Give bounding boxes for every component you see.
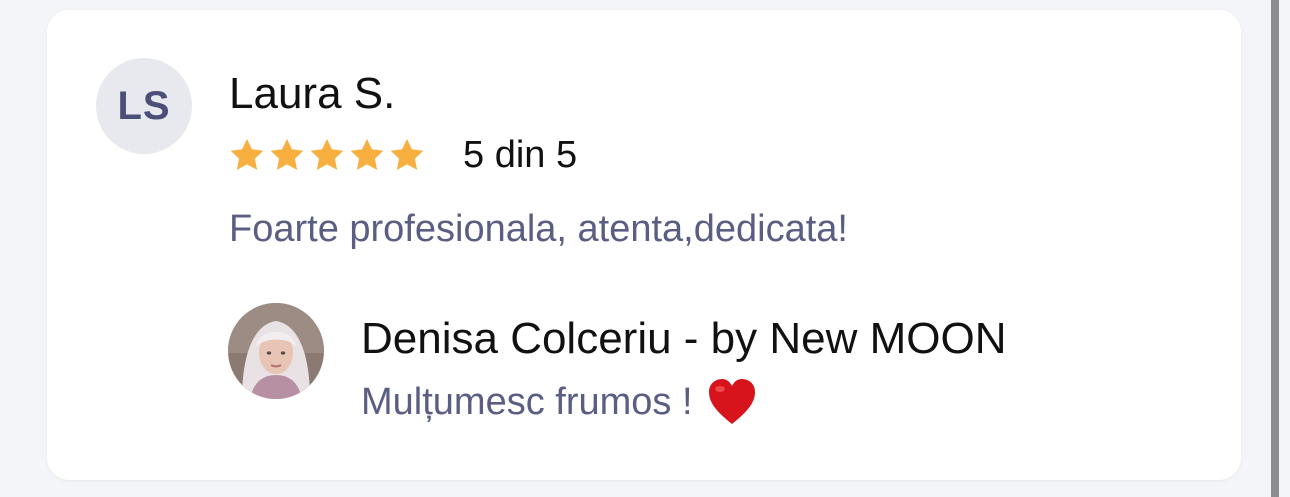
star-icon — [308, 136, 346, 176]
star-icon — [388, 136, 426, 176]
review-text: Foarte profesionala, atenta,dedicata! — [229, 208, 848, 250]
star-icon — [268, 136, 306, 176]
reviewer-avatar: LS — [96, 58, 192, 154]
reviewer-name: Laura S. — [229, 69, 396, 118]
reply-text: Mulțumesc frumos ! — [361, 376, 757, 428]
star-icon — [228, 136, 266, 176]
star-icon — [348, 136, 386, 176]
rating-text: 5 din 5 — [463, 134, 578, 176]
owner-avatar — [228, 303, 324, 399]
reply-message: Mulțumesc frumos ! — [361, 381, 693, 423]
owner-name: Denisa Colceriu - by New MOON — [361, 314, 1007, 363]
reviewer-initials: LS — [117, 83, 171, 128]
scrollbar[interactable] — [1271, 0, 1279, 497]
heart-icon — [707, 378, 757, 426]
star-rating — [228, 136, 426, 176]
